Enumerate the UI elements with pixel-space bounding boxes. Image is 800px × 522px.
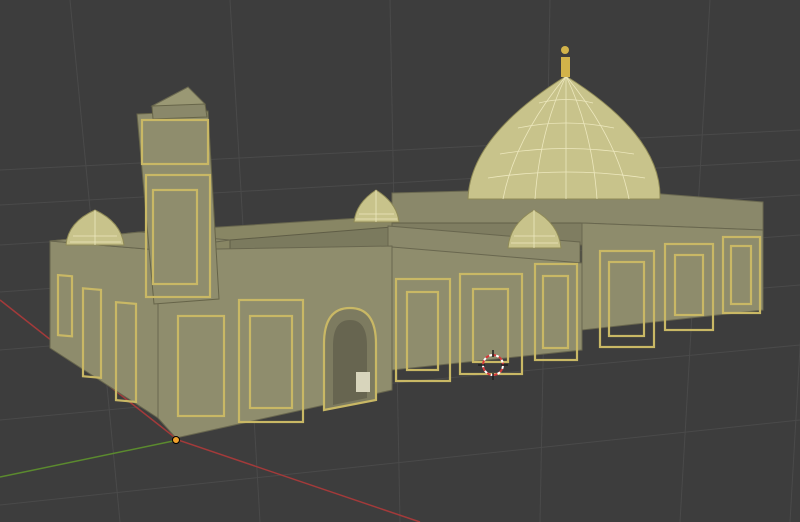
y-axis-line: [0, 439, 179, 478]
minaret-cap-base[interactable]: [151, 103, 208, 120]
dome-finial-top: [561, 46, 569, 54]
door-light-box: [356, 372, 370, 392]
viewport-canvas[interactable]: [0, 0, 800, 522]
3d-viewport[interactable]: [0, 0, 800, 522]
small-dome-left[interactable]: [65, 209, 125, 246]
entrance-opening: [333, 320, 367, 405]
courtyard-right-wall[interactable]: [391, 246, 583, 371]
main-dome[interactable]: [467, 46, 661, 200]
dome-finial: [561, 57, 570, 77]
origin-point[interactable]: [172, 436, 180, 444]
mosque-model[interactable]: [49, 46, 764, 444]
left-wing-wall[interactable]: [49, 240, 159, 419]
